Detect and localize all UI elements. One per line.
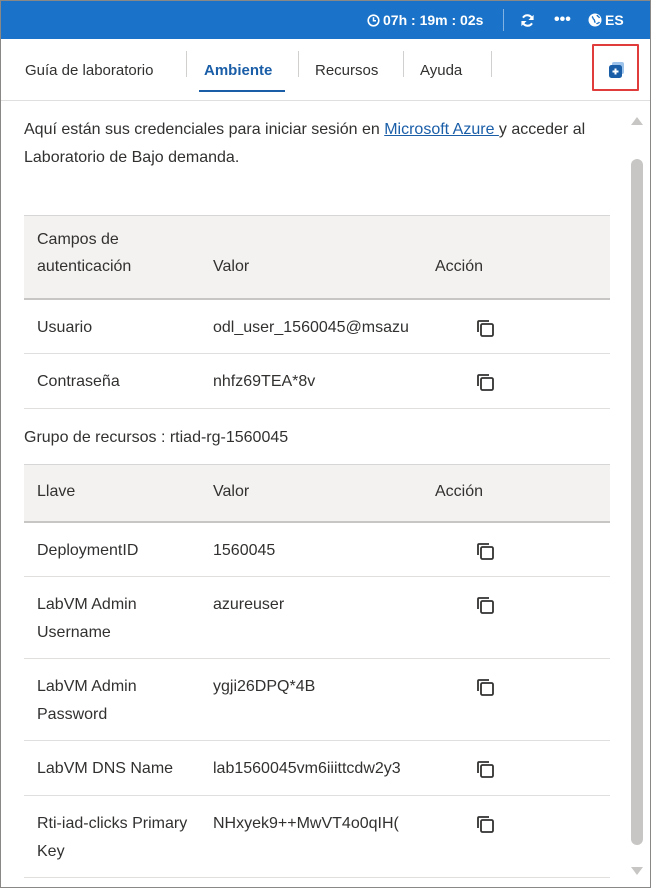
table-row: Contraseña nhfz69TEA*8v [24,353,610,409]
refresh-button[interactable] [520,1,535,39]
scroll-up-arrow-icon[interactable] [631,117,643,125]
copy-button[interactable] [422,795,610,878]
resource-key: Rti-iad-clicks Primary Key [24,795,200,878]
language-label: ES [605,12,624,28]
resource-table: Llave Valor Acción DeploymentID 1560045 … [24,464,610,878]
resource-value: azureuser [200,576,422,659]
top-bar: 07h : 19m : 02s ••• ES [1,1,650,39]
azure-link[interactable]: Microsoft Azure [384,121,499,138]
tab-divider [491,51,492,77]
resource-key: DeploymentID [24,521,200,577]
resource-table-header: Llave Valor Acción [24,464,610,523]
vertical-scrollbar[interactable] [627,111,645,881]
copy-button-username[interactable] [422,298,610,354]
more-button[interactable]: ••• [554,1,571,39]
auth-table-header: Campos de autenticación Valor Acción [24,215,610,300]
table-row: Usuario odl_user_1560045@msazu [24,298,610,354]
copy-icon [477,816,494,833]
header-action: Acción [422,215,610,300]
copy-button[interactable] [422,521,610,577]
header-key: Llave [24,464,200,523]
lab-panel: 07h : 19m : 02s ••• ES Guía de laborator… [0,0,651,888]
auth-field-username: Usuario [24,298,200,354]
resource-value: ygji26DPQ*4B [200,658,422,741]
table-row: Rti-iad-clicks Primary Key NHxyek9++MwVT… [24,795,610,878]
resource-key: LabVM DNS Name [24,740,200,796]
tab-lab-guide[interactable]: Guía de laboratorio [25,39,153,101]
resource-group-title: Grupo de recursos : rtiad-rg-1560045 [24,429,289,446]
copy-icon [477,679,494,696]
tab-bar: Guía de laboratorio Ambiente Recursos Ay… [1,39,650,101]
auth-value-username: odl_user_1560045@msazu [200,298,422,354]
copy-icon [477,542,494,560]
clock-icon [367,13,380,27]
timer: 07h : 19m : 02s [367,1,483,39]
intro-text-before: Aquí están sus credenciales para iniciar… [24,121,385,138]
header-value: Valor [200,464,422,523]
header-action: Acción [422,464,610,523]
intro-text: Aquí están sus credenciales para iniciar… [24,116,604,172]
active-tab-indicator [199,90,285,92]
tab-help[interactable]: Ayuda [420,39,462,101]
popout-icon[interactable] [608,61,626,79]
copy-button-password[interactable] [422,353,610,409]
header-auth-fields: Campos de autenticación [24,215,200,300]
resource-value: lab1560045vm6iiittcdw2y3 [200,740,422,796]
copy-button[interactable] [422,658,610,741]
auth-table: Campos de autenticación Valor Acción Usu… [24,215,610,409]
table-row: LabVM DNS Name lab1560045vm6iiittcdw2y3 [24,740,610,796]
tab-resources[interactable]: Recursos [315,39,378,101]
refresh-icon [521,13,534,27]
resource-value: NHxyek9++MwVT4o0qIH( [200,795,422,878]
copy-icon [477,597,494,614]
header-value: Valor [200,215,422,300]
tab-divider [403,51,404,77]
auth-value-password: nhfz69TEA*8v [200,353,422,409]
table-row: LabVM Admin Password ygji26DPQ*4B [24,658,610,741]
topbar-divider [503,9,504,31]
timer-text: 07h : 19m : 02s [383,12,484,28]
copy-button[interactable] [422,740,610,796]
scroll-down-arrow-icon[interactable] [631,867,643,875]
copy-icon [477,374,494,391]
globe-icon [588,13,602,27]
resource-key: LabVM Admin Username [24,576,200,659]
tab-divider [186,51,187,77]
auth-field-password: Contraseña [24,353,200,409]
resource-value: 1560045 [200,521,422,577]
environment-content: Aquí están sus credenciales para iniciar… [1,102,625,887]
language-selector[interactable]: ES [588,1,624,39]
scroll-thumb[interactable] [631,159,643,845]
copy-icon [477,761,494,778]
resource-key: LabVM Admin Password [24,658,200,741]
copy-button[interactable] [422,576,610,659]
table-row: LabVM Admin Username azureuser [24,576,610,659]
tab-divider [298,51,299,77]
table-row: DeploymentID 1560045 [24,521,610,577]
copy-icon [477,319,494,337]
